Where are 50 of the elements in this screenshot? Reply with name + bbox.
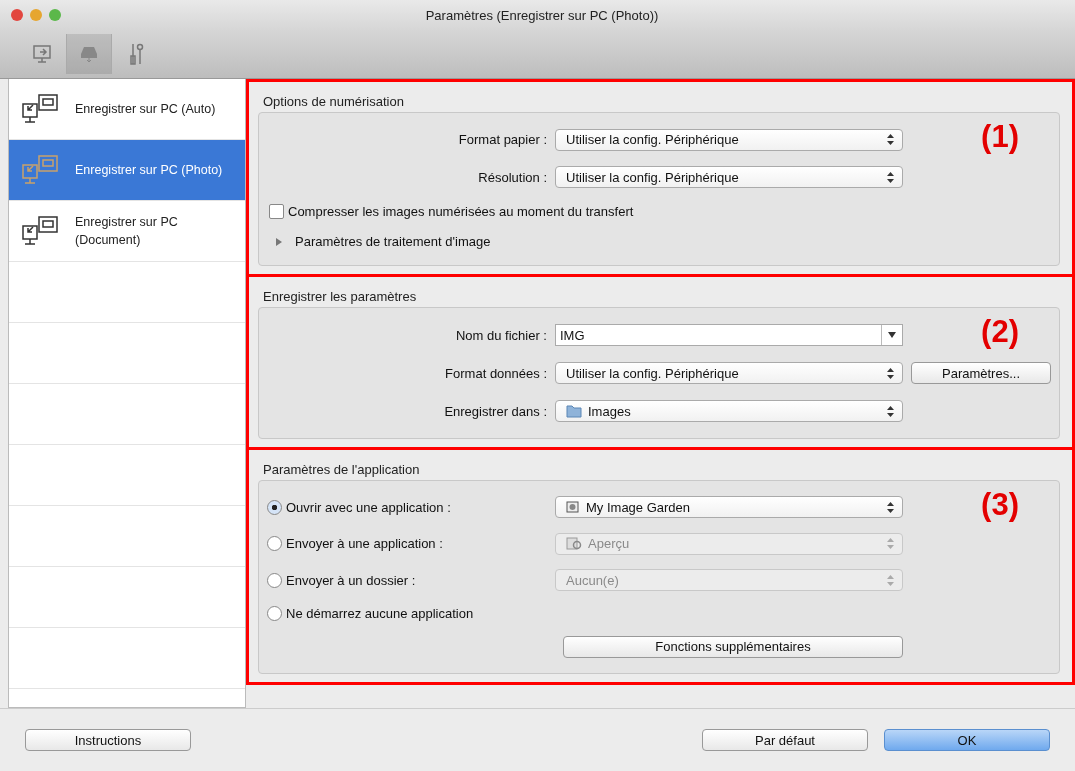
disclosure-triangle-icon[interactable] [275,237,283,246]
up-down-arrows-icon [887,538,894,550]
checkbox[interactable] [269,203,284,219]
radio-button[interactable] [267,499,282,515]
disclosure-label[interactable]: Paramètres de traitement d'image [295,234,491,250]
up-down-arrows-icon [887,367,894,379]
footer-button[interactable]: OK [884,729,1050,751]
instructions-button[interactable]: Instructions [25,729,191,751]
sidebar-item[interactable]: Enregistrer sur PC (Document) [9,201,245,262]
radio-label: Envoyer à une application : [286,536,443,552]
close-icon[interactable] [11,9,23,21]
radio-label: Ouvrir avec une application : [286,499,451,515]
sidebar-item[interactable]: Enregistrer sur PC (Photo) [9,140,245,201]
zoom-icon[interactable] [49,9,61,21]
section-number: (3) [981,487,1019,523]
field-label: Nom du fichier : [454,327,547,343]
settings-button[interactable]: Paramètres... [911,362,1051,384]
select-dropdown[interactable]: Utiliser la config. Périphérique [555,166,903,189]
select-dropdown[interactable]: Utiliser la config. Périphérique [555,128,903,151]
window-title: Paramètres (Enregistrer sur PC (Photo)) [424,7,660,23]
select-dropdown[interactable]: Images [555,400,903,422]
additional-features-button[interactable]: Fonctions supplémentaires [563,635,903,658]
up-down-arrows-icon [887,134,894,146]
field-label: Format données : [444,365,547,381]
up-down-arrows-icon [887,405,894,417]
preview-icon [566,536,582,551]
section-title: Paramètres de l'application [263,462,421,477]
checkbox-label: Compresser les images numérisées au moment du transfert [288,203,634,219]
up-down-arrows-icon [887,501,894,513]
field-label: Enregistrer dans : [443,403,547,419]
app-icon [566,500,580,515]
section-title: Options de numérisation [263,94,405,109]
file-name-combo[interactable]: IMG [555,324,903,346]
select-dropdown[interactable]: Utiliser la config. Périphérique [555,362,903,384]
select-dropdown[interactable]: My Image Garden [555,496,903,519]
radio-label: Ne démarrez aucune application [286,606,474,622]
section-title: Enregistrer les paramètres [263,289,418,304]
up-down-arrows-icon [887,171,894,183]
radio-label: Envoyer à un dossier : [286,573,416,588]
minimize-icon[interactable] [30,9,42,21]
radio-button[interactable] [267,606,282,622]
footer-button[interactable]: Par défaut [702,729,868,751]
section-number: (2) [981,314,1019,350]
folder-icon [566,404,582,418]
scanner-icon[interactable] [66,34,112,74]
section-number: (1) [981,119,1019,155]
caret-icon [888,332,896,338]
up-down-arrows-icon [887,575,894,586]
field-label: Format papier : [457,132,547,148]
field-label: Résolution : [477,169,547,185]
